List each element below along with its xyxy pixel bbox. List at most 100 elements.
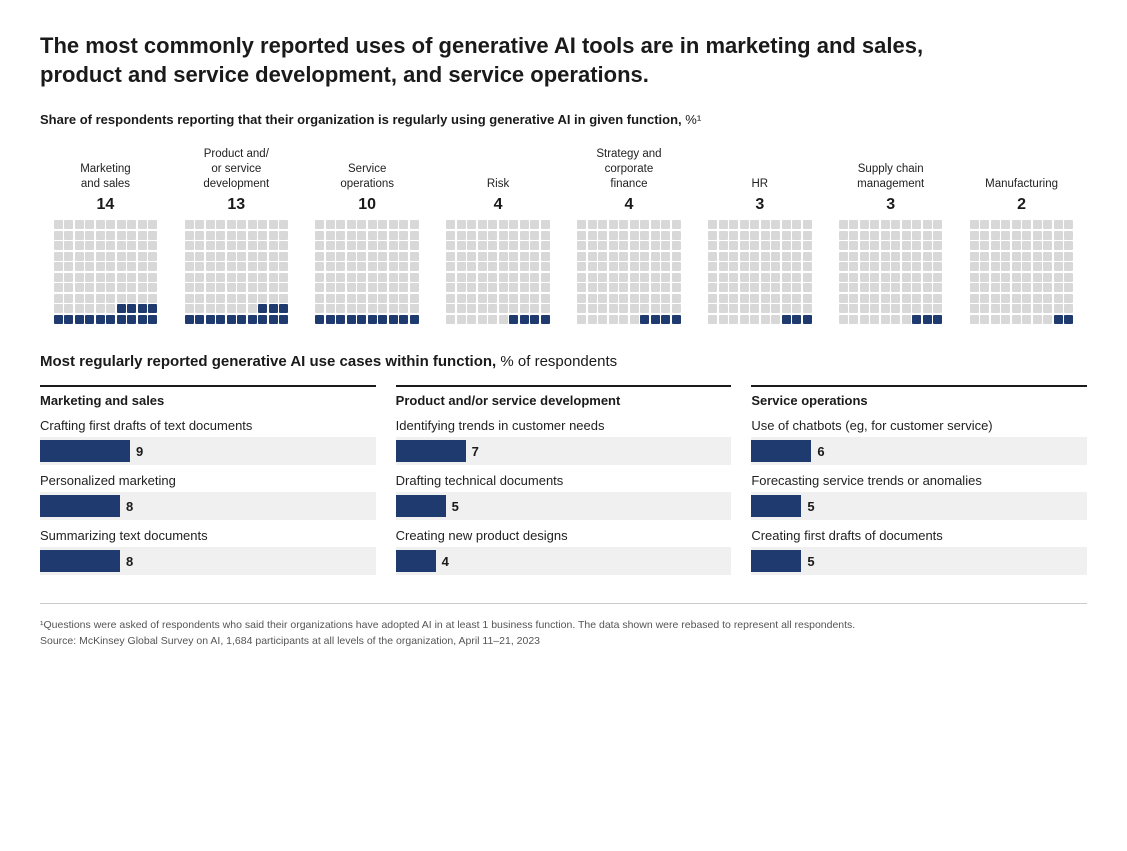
waffle-cell xyxy=(980,304,989,313)
waffle-cell xyxy=(216,220,225,229)
waffle-cell xyxy=(860,304,869,313)
waffle-cell xyxy=(1054,262,1063,271)
main-title: The most commonly reported uses of gener… xyxy=(40,32,940,89)
waffle-cell xyxy=(206,304,215,313)
waffle-cell xyxy=(912,252,921,261)
waffle-cell xyxy=(870,273,879,282)
waffle-grid xyxy=(970,220,1074,324)
waffle-cell xyxy=(96,220,105,229)
waffle-cell xyxy=(740,241,749,250)
waffle-cell xyxy=(782,304,791,313)
waffle-cell xyxy=(708,252,717,261)
waffle-cell xyxy=(803,304,812,313)
waffle-cell xyxy=(269,315,278,324)
use-case-bar-row: 8 xyxy=(40,492,376,520)
waffle-cell xyxy=(185,220,194,229)
waffle-chart-section: Marketing and sales14Product and/ or ser… xyxy=(40,147,1087,323)
waffle-cell xyxy=(991,231,1000,240)
use-case-item: Creating new product designs4 xyxy=(396,528,732,575)
waffle-cell xyxy=(729,294,738,303)
waffle-cell xyxy=(1064,220,1073,229)
waffle-cell xyxy=(1054,304,1063,313)
waffle-cell xyxy=(509,241,518,250)
waffle-cell xyxy=(1022,273,1031,282)
waffle-cell xyxy=(598,283,607,292)
waffle-cell xyxy=(980,262,989,271)
waffle-cell xyxy=(1001,315,1010,324)
waffle-cell xyxy=(933,273,942,282)
waffle-cell xyxy=(389,241,398,250)
waffle-cell xyxy=(902,241,911,250)
waffle-cell xyxy=(970,231,979,240)
waffle-cell xyxy=(719,262,728,271)
waffle-cell xyxy=(117,262,126,271)
waffle-cell xyxy=(803,220,812,229)
use-case-bar xyxy=(396,550,436,572)
waffle-grid xyxy=(185,220,289,324)
waffle-cell xyxy=(106,273,115,282)
waffle-cell xyxy=(227,220,236,229)
waffle-cell xyxy=(672,262,681,271)
waffle-cell xyxy=(378,304,387,313)
waffle-cell xyxy=(258,315,267,324)
waffle-cell xyxy=(651,252,660,261)
waffle-cell xyxy=(1033,220,1042,229)
waffle-cell xyxy=(902,231,911,240)
waffle-cell xyxy=(923,294,932,303)
waffle-cell xyxy=(891,220,900,229)
waffle-cell xyxy=(1012,262,1021,271)
waffle-cell xyxy=(227,252,236,261)
waffle-cell xyxy=(729,231,738,240)
waffle-cell xyxy=(64,262,73,271)
waffle-cell xyxy=(478,273,487,282)
waffle-cell xyxy=(1033,283,1042,292)
waffle-cell xyxy=(1012,283,1021,292)
waffle-cell xyxy=(598,315,607,324)
waffle-cell xyxy=(1033,241,1042,250)
waffle-cell xyxy=(933,294,942,303)
waffle-cell xyxy=(326,273,335,282)
waffle-cell xyxy=(488,220,497,229)
waffle-col-value: 14 xyxy=(97,196,115,214)
waffle-cell xyxy=(860,273,869,282)
waffle-cell xyxy=(378,252,387,261)
waffle-cell xyxy=(64,220,73,229)
waffle-cell xyxy=(389,273,398,282)
waffle-cell xyxy=(227,294,236,303)
use-case-value: 9 xyxy=(136,444,143,459)
use-case-bar xyxy=(751,550,801,572)
waffle-cell xyxy=(75,304,84,313)
use-case-bar-row: 9 xyxy=(40,437,376,465)
waffle-cell xyxy=(258,262,267,271)
use-case-item: Use of chatbots (eg, for customer servic… xyxy=(751,418,1087,465)
waffle-cell xyxy=(1043,241,1052,250)
waffle-cell xyxy=(891,315,900,324)
waffle-cell xyxy=(467,231,476,240)
waffle-cell xyxy=(138,315,147,324)
waffle-cell xyxy=(279,220,288,229)
use-case-item: Crafting first drafts of text documents9 xyxy=(40,418,376,465)
waffle-cell xyxy=(803,241,812,250)
waffle-cell xyxy=(258,231,267,240)
waffle-cell xyxy=(237,231,246,240)
waffle-cell xyxy=(326,262,335,271)
waffle-cell xyxy=(970,273,979,282)
waffle-cell xyxy=(195,273,204,282)
waffle-cell xyxy=(248,241,257,250)
waffle-cell xyxy=(117,241,126,250)
waffle-cell xyxy=(216,304,225,313)
waffle-cell xyxy=(970,262,979,271)
waffle-cell xyxy=(520,262,529,271)
waffle-cell xyxy=(64,231,73,240)
waffle-cell xyxy=(237,273,246,282)
waffle-cell xyxy=(509,262,518,271)
waffle-cell xyxy=(719,231,728,240)
waffle-cell xyxy=(729,273,738,282)
waffle-cell xyxy=(530,262,539,271)
waffle-cell xyxy=(672,252,681,261)
waffle-cell xyxy=(771,231,780,240)
waffle-cell xyxy=(237,315,246,324)
waffle-cell xyxy=(399,231,408,240)
use-case-item-label: Creating first drafts of documents xyxy=(751,528,1087,543)
use-case-item-label: Identifying trends in customer needs xyxy=(396,418,732,433)
